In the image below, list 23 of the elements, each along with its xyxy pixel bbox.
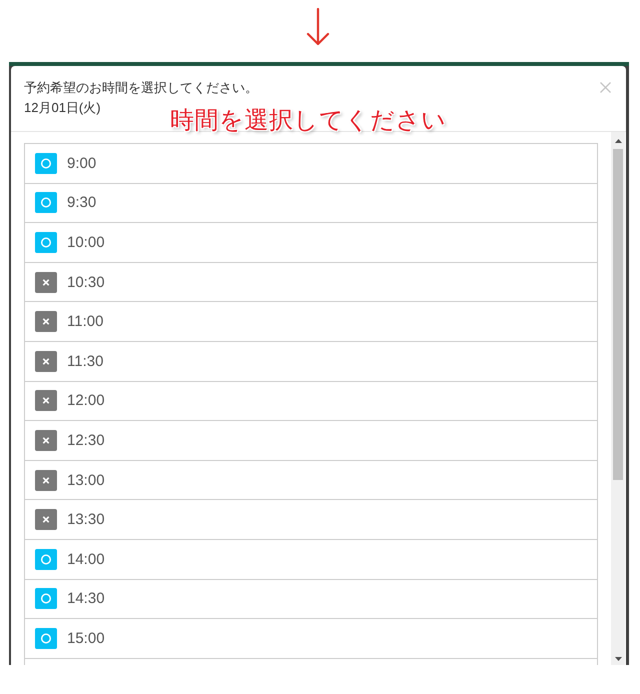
time-slot-button[interactable]: 9:00 [24,143,598,183]
annotation-text: 時間を選択してください [170,106,446,136]
scrollbar-thumb[interactable] [613,149,623,480]
time-slot-button[interactable]: 14:30 [24,578,598,618]
scrollbar[interactable] [611,132,625,665]
scroll-down-arrow-icon[interactable] [614,657,622,661]
selected-date: 12月01日(火) [24,99,101,117]
time-slot-button[interactable]: 13:00 [24,460,598,500]
time-slot-button[interactable]: 14:00 [24,538,598,579]
dialog-title: 予約希望のお時間を選択してください。 [24,79,258,97]
close-icon [600,82,611,93]
time-slot-button[interactable]: 12:30 [24,420,598,460]
time-slot-button[interactable]: 12:00 [24,380,598,420]
time-slot-button[interactable]: 11:00 [24,301,598,341]
time-slot-button[interactable]: 11:30 [24,340,598,381]
time-slot-button[interactable]: 10:00 [24,222,598,262]
down-arrow-icon [306,8,330,46]
time-slot-button[interactable]: 15:00 [24,618,598,658]
time-slot-button[interactable]: 10:30 [24,262,598,302]
time-slot-button[interactable]: 9:30 [24,182,598,222]
time-slot-button[interactable]: 13:30 [24,499,598,539]
close-button[interactable] [600,82,611,93]
scroll-up-arrow-icon[interactable] [614,139,622,143]
